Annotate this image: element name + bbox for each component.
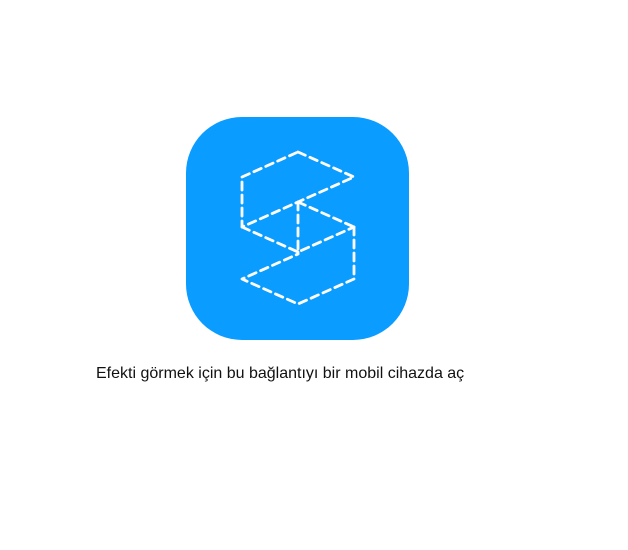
open-on-mobile-message: Efekti görmek için bu bağlantıyı bir mob… [96, 365, 465, 382]
app-logo-icon [186, 117, 409, 340]
dashed-s-logo-icon [240, 150, 356, 306]
